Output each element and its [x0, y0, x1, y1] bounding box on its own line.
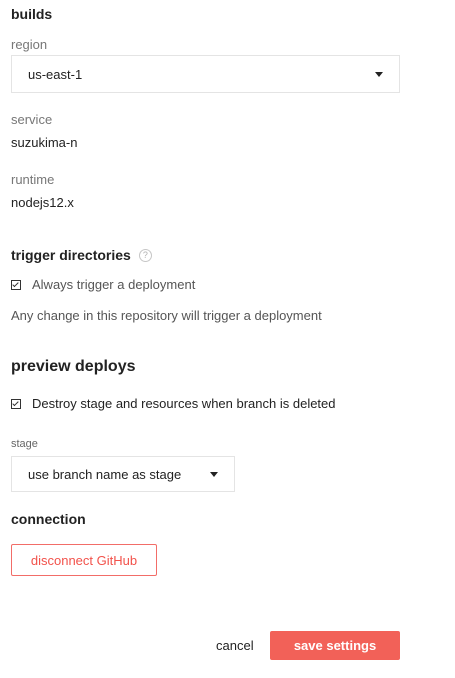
- destroy-stage-label: Destroy stage and resources when branch …: [32, 396, 336, 411]
- caret-down-icon: [375, 71, 383, 77]
- destroy-stage-checkbox[interactable]: [11, 398, 21, 409]
- always-trigger-label: Always trigger a deployment: [32, 277, 196, 292]
- cancel-button[interactable]: cancel: [216, 638, 254, 653]
- question-circle-icon[interactable]: ?: [138, 248, 152, 262]
- service-label: service: [11, 112, 53, 127]
- connection-title: connection: [11, 511, 86, 527]
- destroy-stage-checkbox-row[interactable]: Destroy stage and resources when branch …: [11, 396, 336, 411]
- checkbox-checked-icon: [12, 399, 19, 406]
- trigger-directories-title: trigger directories: [11, 247, 131, 263]
- always-trigger-checkbox[interactable]: [11, 279, 21, 290]
- service-value: suzukima-n: [11, 135, 78, 150]
- disconnect-github-button[interactable]: disconnect GitHub: [11, 544, 157, 576]
- runtime-value: nodejs12.x: [11, 195, 74, 210]
- always-trigger-checkbox-row[interactable]: Always trigger a deployment: [11, 277, 195, 292]
- region-select-value: us-east-1: [28, 66, 83, 82]
- caret-down-icon: [210, 471, 218, 477]
- trigger-directories-heading: trigger directories ?: [11, 247, 152, 263]
- trigger-helper-text: Any change in this repository will trigg…: [11, 308, 322, 323]
- runtime-label: runtime: [11, 172, 55, 187]
- builds-title: builds: [11, 6, 53, 22]
- stage-select-value: use branch name as stage: [28, 466, 182, 482]
- stage-select[interactable]: use branch name as stage: [11, 456, 235, 492]
- region-label: region: [11, 37, 48, 52]
- preview-deploys-title: preview deploys: [11, 358, 136, 375]
- region-select[interactable]: us-east-1: [11, 55, 400, 93]
- save-settings-button[interactable]: save settings: [270, 631, 400, 660]
- checkbox-checked-icon: [12, 280, 19, 287]
- stage-label: stage: [11, 438, 38, 450]
